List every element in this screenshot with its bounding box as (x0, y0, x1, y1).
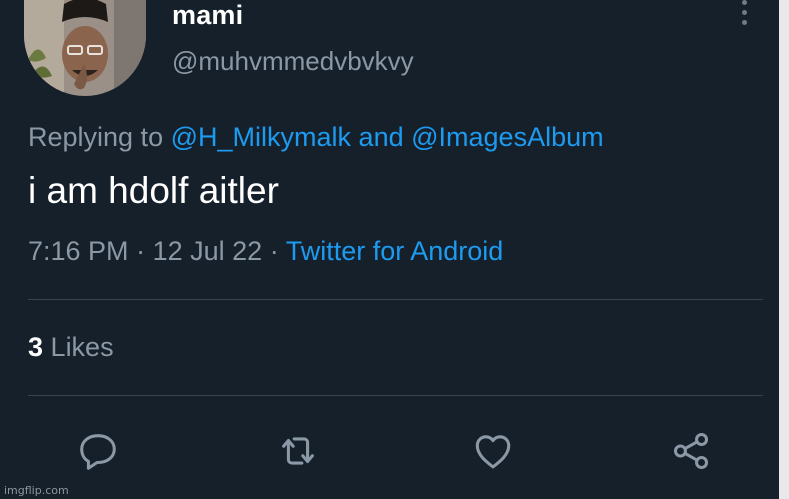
meta-separator: · (136, 236, 146, 266)
likes-label: Likes (50, 332, 114, 362)
avatar[interactable] (24, 0, 146, 96)
mention-conjunction[interactable]: and (359, 122, 404, 152)
avatar-image (24, 0, 146, 96)
tweet-meta: 7:16 PM · 12 Jul 22 · Twitter for Androi… (28, 236, 503, 267)
tweet-date[interactable]: 12 Jul 22 (153, 236, 263, 266)
meta-separator: · (269, 236, 279, 266)
more-vertical-icon[interactable] (738, 0, 752, 28)
display-name[interactable]: mami (172, 0, 243, 31)
share-button[interactable] (668, 428, 714, 474)
heart-icon (475, 435, 511, 469)
tweet-time[interactable]: 7:16 PM (28, 236, 129, 266)
user-handle[interactable]: @muhvmmedvbvkvy (172, 46, 414, 77)
watermark: imgflip.com (4, 484, 69, 497)
like-button[interactable] (470, 428, 516, 474)
tweet-text: i am hdolf aitler (28, 170, 279, 211)
tweet-source-link[interactable]: Twitter for Android (286, 236, 504, 266)
retweet-button[interactable] (275, 428, 321, 474)
replying-to-line: Replying to @H_Milkymalk and @ImagesAlbu… (28, 122, 604, 153)
reply-icon (80, 434, 116, 470)
mention-link[interactable]: @ImagesAlbum (411, 122, 603, 152)
replying-to-label: Replying to (28, 122, 164, 152)
likes-count: 3 (28, 332, 44, 362)
divider (28, 395, 763, 396)
retweet-icon (282, 437, 314, 465)
share-icon (673, 432, 709, 470)
reply-button[interactable] (75, 428, 121, 474)
right-edge-strip (779, 0, 789, 499)
divider (28, 299, 763, 300)
mention-link[interactable]: @H_Milkymalk (171, 122, 351, 152)
likes-summary[interactable]: 3 Likes (28, 332, 114, 363)
